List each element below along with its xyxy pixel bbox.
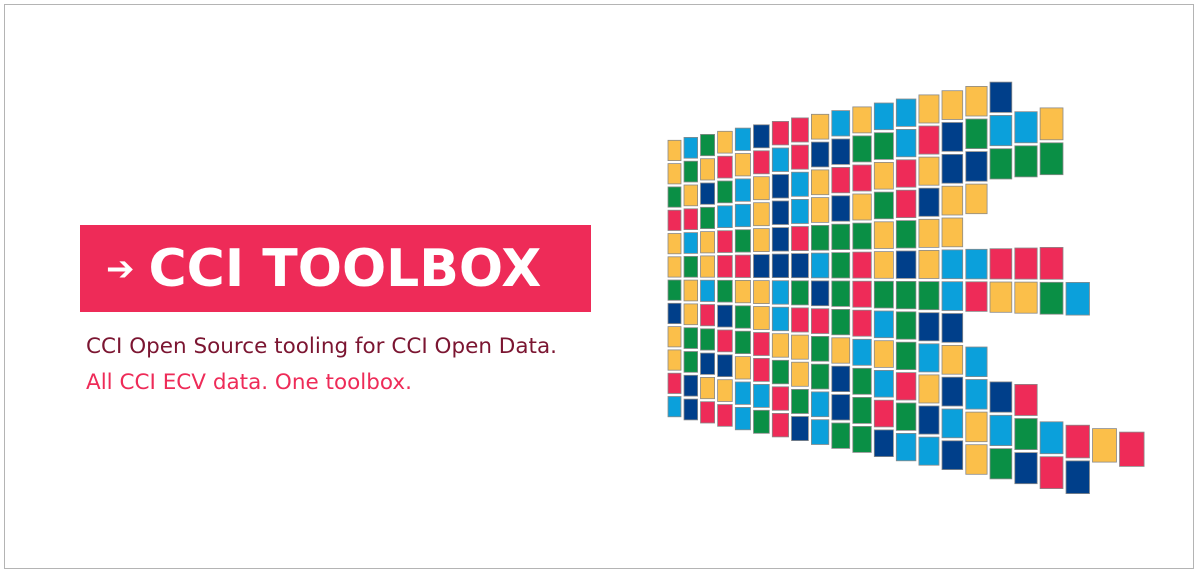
tagline-line-2: All CCI ECV data. One toolbox. (86, 370, 412, 395)
right-arrow-icon: ➔ (106, 248, 135, 289)
logo-banner: ➔ CCI TOOLBOX (80, 225, 591, 312)
logo-title: CCI TOOLBOX (148, 238, 542, 299)
tagline-line-1: CCI Open Source tooling for CCI Open Dat… (86, 334, 557, 359)
